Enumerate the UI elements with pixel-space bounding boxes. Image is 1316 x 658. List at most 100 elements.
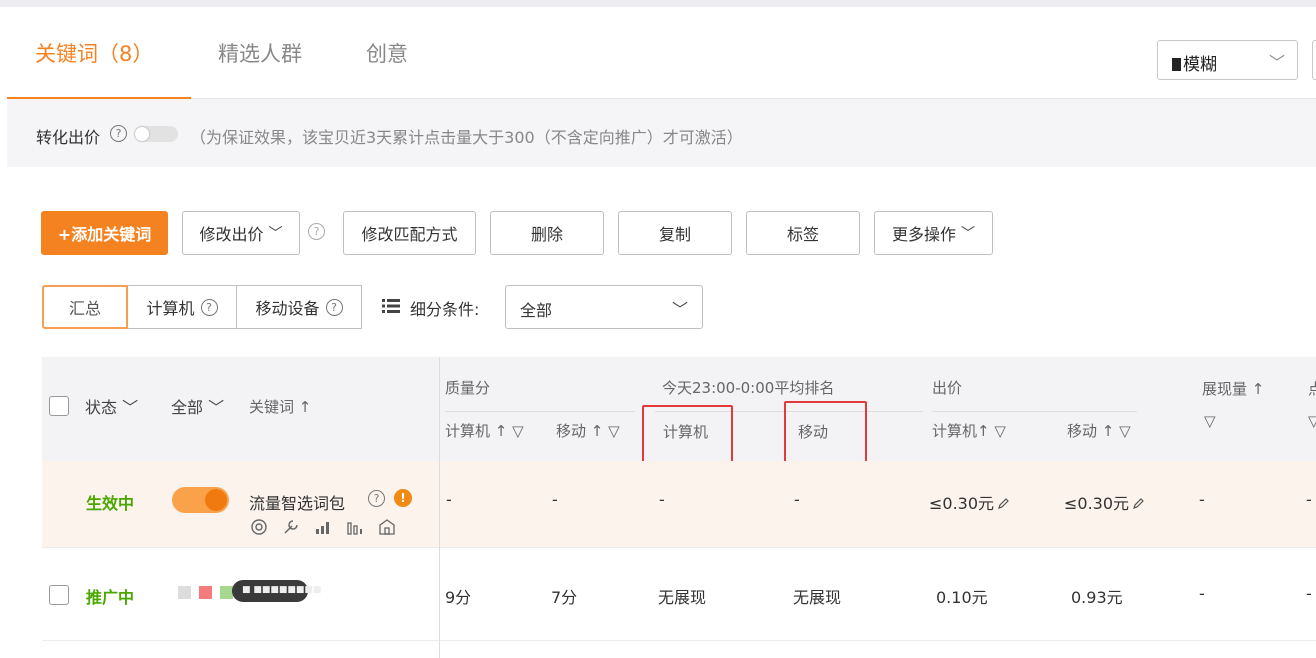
shop-icon[interactable] <box>377 518 397 536</box>
filter-funnel-icon[interactable]: ▽ <box>1119 422 1131 440</box>
target-icon[interactable] <box>249 518 269 536</box>
device-tab-summary-label: 汇总 <box>68 299 101 318</box>
qs-computer-label: 计算机 ↑ <box>445 422 508 440</box>
help-icon[interactable]: ? <box>200 298 218 316</box>
chevron-down-icon: ﹀ <box>671 300 688 319</box>
frozen-column-divider <box>439 357 440 658</box>
filter-funnel-icon[interactable]: ▽ <box>994 422 1006 440</box>
device-tab-computer-label: 计算机 <box>146 299 195 318</box>
bid-computer-sort[interactable]: 计算机↑ ▽ <box>932 420 1006 441</box>
cursor-icon <box>1172 58 1181 71</box>
delete-button[interactable]: 删除 <box>490 211 604 255</box>
bid-divider <box>932 411 1137 412</box>
keyword-tooltip: ■ ■■■■■■■■ <box>232 580 321 602</box>
delete-label: 删除 <box>530 225 563 244</box>
tab-creative[interactable]: 创意 <box>366 38 408 68</box>
row-qs-computer: - <box>446 490 452 509</box>
add-keyword-button[interactable]: +添加关键词 <box>41 211 168 255</box>
chevron-down-icon: ﹀ <box>961 226 975 242</box>
bar-chart-icon[interactable] <box>313 518 333 536</box>
row-impressions: - <box>1199 490 1205 509</box>
filter-list-icon <box>382 299 400 313</box>
bid-header: 出价 <box>932 379 963 397</box>
impressions-sort[interactable]: 展现量 ↑ <box>1202 378 1264 399</box>
wrench-icon[interactable] <box>281 518 301 536</box>
modify-bid-button[interactable]: 修改出价 ﹀ <box>182 211 300 255</box>
chevron-down-icon: ﹀ <box>268 226 283 242</box>
quality-score-divider <box>445 411 635 412</box>
edit-pencil-icon[interactable] <box>997 497 1010 510</box>
row-bid-mobile[interactable]: 0.93元 <box>1071 584 1123 608</box>
qs-mobile-sort[interactable]: 移动 ↑ ▽ <box>556 420 620 441</box>
segment-filter-value: 全部 <box>520 301 553 320</box>
status-header-label: 状态 <box>85 398 118 417</box>
row-status: 推广中 <box>86 588 135 607</box>
secondary-select-edge[interactable] <box>1312 40 1316 80</box>
row-bid-computer[interactable]: ≤0.30元 <box>929 490 1010 514</box>
clicks-header[interactable]: 点 <box>1308 378 1316 399</box>
help-icon[interactable]: ? <box>368 490 385 507</box>
copy-button[interactable]: 复制 <box>618 211 732 255</box>
row-rank-mobile: 无展现 <box>793 588 842 607</box>
conversion-bid-toggle[interactable] <box>134 126 178 142</box>
chevron-down-icon: ﹀ <box>208 398 225 417</box>
row-clicks: - <box>1306 490 1312 509</box>
add-keyword-label: +添加关键词 <box>57 225 152 244</box>
match-type-value: 模糊 <box>1183 55 1217 75</box>
row-bid-mobile-value: ≤0.30元 <box>1064 494 1130 513</box>
modify-match-label: 修改匹配方式 <box>361 225 458 244</box>
select-all-checkbox[interactable] <box>49 396 69 416</box>
row-status: 生效中 <box>86 494 135 513</box>
edit-pencil-icon[interactable] <box>1132 497 1145 510</box>
analytics-icon[interactable] <box>345 518 365 536</box>
help-icon[interactable]: ? <box>308 223 325 240</box>
all-filter[interactable]: 全部 ﹀ <box>171 394 224 418</box>
row-rank-computer: 无展现 <box>658 588 707 607</box>
filter-funnel-icon[interactable]: ▽ <box>1204 412 1216 430</box>
conversion-bid-note: （为保证效果，该宝贝近3天累计点击量大于300（不含定向推广）才可激活） <box>190 128 743 147</box>
keyword-swatch-green <box>220 586 233 599</box>
filter-funnel-icon[interactable]: ▽ <box>512 422 524 440</box>
more-actions-button[interactable]: 更多操作 ﹀ <box>874 211 993 255</box>
more-actions-label: 更多操作 <box>891 225 956 244</box>
qs-computer-sort[interactable]: 计算机 ↑ ▽ <box>445 420 524 441</box>
copy-label: 复制 <box>658 225 691 244</box>
keyword-sort-header[interactable]: 关键词 ↑ <box>249 396 311 417</box>
bid-mobile-sort[interactable]: 移动 ↑ ▽ <box>1067 420 1131 441</box>
match-type-select[interactable]: 模糊 ﹀ <box>1157 40 1298 80</box>
tag-button[interactable]: 标签 <box>746 211 860 255</box>
help-icon[interactable]: ? <box>110 125 127 142</box>
avg-rank-header: 今天23:00-0:00平均排名 <box>662 379 835 397</box>
top-strip <box>0 0 1316 7</box>
row-bid-computer-value: ≤0.30元 <box>929 494 995 513</box>
modify-bid-label: 修改出价 <box>199 225 264 244</box>
info-icon[interactable]: ! <box>394 489 412 507</box>
row-bid-computer[interactable]: 0.10元 <box>936 584 988 608</box>
tab-keywords[interactable]: 关键词（8） <box>35 38 153 68</box>
device-tab-mobile-label: 移动设备 <box>255 299 320 318</box>
conversion-bid-label: 转化出价 <box>36 128 101 147</box>
all-filter-label: 全部 <box>171 398 204 417</box>
device-tab-mobile[interactable]: 移动设备? <box>236 285 362 329</box>
modify-match-button[interactable]: 修改匹配方式 <box>343 211 476 255</box>
help-icon[interactable]: ? <box>325 298 343 316</box>
row-enable-toggle[interactable] <box>172 487 229 513</box>
segment-filter-select[interactable]: 全部 ﹀ <box>505 285 703 329</box>
tag-label: 标签 <box>786 225 819 244</box>
row-impressions: - <box>1199 584 1205 603</box>
filter-funnel-icon[interactable]: ▽ <box>1308 412 1316 430</box>
tab-selected-audience[interactable]: 精选人群 <box>218 38 302 68</box>
device-tab-computer[interactable]: 计算机? <box>127 285 237 329</box>
row-qs-mobile: - <box>552 490 558 509</box>
bid-computer-label: 计算机↑ <box>932 422 990 440</box>
status-filter[interactable]: 状态 ﹀ <box>85 394 138 418</box>
filter-funnel-icon[interactable]: ▽ <box>608 422 620 440</box>
row-bid-mobile[interactable]: ≤0.30元 <box>1064 490 1145 514</box>
row-keyword[interactable]: 流量智选词包 <box>249 490 345 514</box>
row-divider <box>42 547 1316 548</box>
row-rank-computer: - <box>659 490 665 509</box>
device-tab-summary[interactable]: 汇总 <box>42 285 128 329</box>
row-checkbox[interactable] <box>49 585 69 605</box>
qs-mobile-label: 移动 ↑ <box>556 422 604 440</box>
keyword-tooltip-text: ■ ■■■■■■■■ <box>242 585 322 595</box>
